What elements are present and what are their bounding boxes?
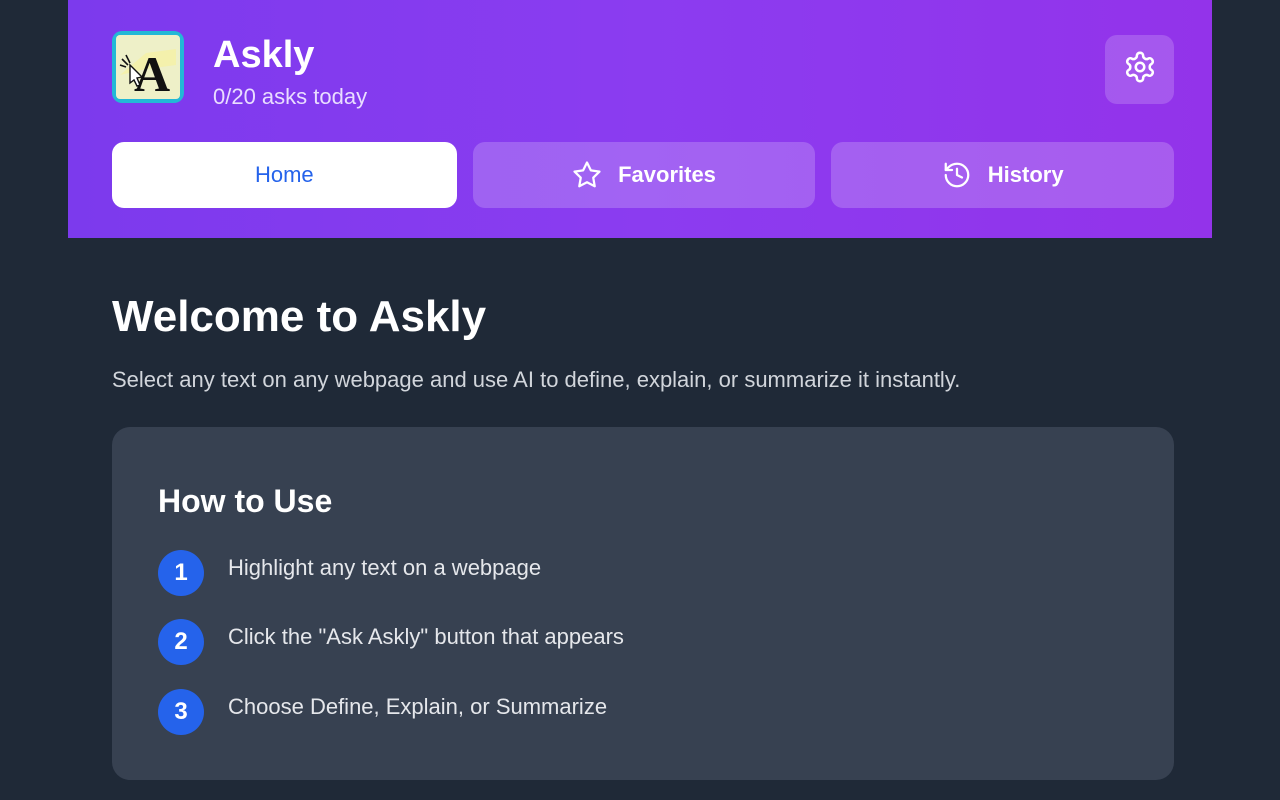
list-item: 1 Highlight any text on a webpage (158, 550, 541, 596)
star-icon (572, 160, 602, 190)
step-number-badge: 2 (158, 619, 204, 665)
list-item: 2 Click the "Ask Askly" button that appe… (158, 619, 624, 665)
usage-counter: 0/20 asks today (213, 84, 368, 109)
step-number-badge: 3 (158, 689, 204, 735)
logo-letter: A (134, 46, 170, 99)
step-text: Highlight any text on a webpage (228, 555, 542, 580)
card-title: How to Use (158, 483, 333, 519)
logo-glyph: A (119, 46, 176, 99)
tab-label: Favorites (618, 162, 716, 187)
history-icon (942, 160, 972, 190)
step-text: Click the "Ask Askly" button that appear… (228, 624, 624, 649)
logo-inner: A (116, 35, 180, 99)
app-logo: A (112, 31, 184, 103)
app-title: Askly (213, 34, 315, 76)
tab-label: History (987, 162, 1064, 187)
tab-history[interactable]: History (831, 142, 1175, 208)
list-item: 3 Choose Define, Explain, or Summarize (158, 689, 607, 735)
settings-button[interactable] (1105, 35, 1174, 104)
step-text: Choose Define, Explain, or Summarize (228, 694, 608, 719)
how-to-card: How to Use 1 Highlight any text on a web… (112, 427, 1174, 780)
extension-panel: A Askly 0/20 asks today Home Favorites H… (68, 0, 1212, 800)
tab-label: Home (254, 162, 314, 187)
gear-icon (1123, 50, 1157, 89)
step-number-badge: 1 (158, 550, 204, 596)
header: A Askly 0/20 asks today Home Favorites H… (68, 0, 1212, 238)
tab-bar: Home Favorites History (112, 142, 1175, 208)
page-title: Welcome to Askly (112, 292, 487, 341)
tab-home[interactable]: Home (112, 142, 457, 208)
page-description: Select any text on any webpage and use A… (112, 367, 961, 392)
tab-favorites[interactable]: Favorites (472, 142, 816, 208)
